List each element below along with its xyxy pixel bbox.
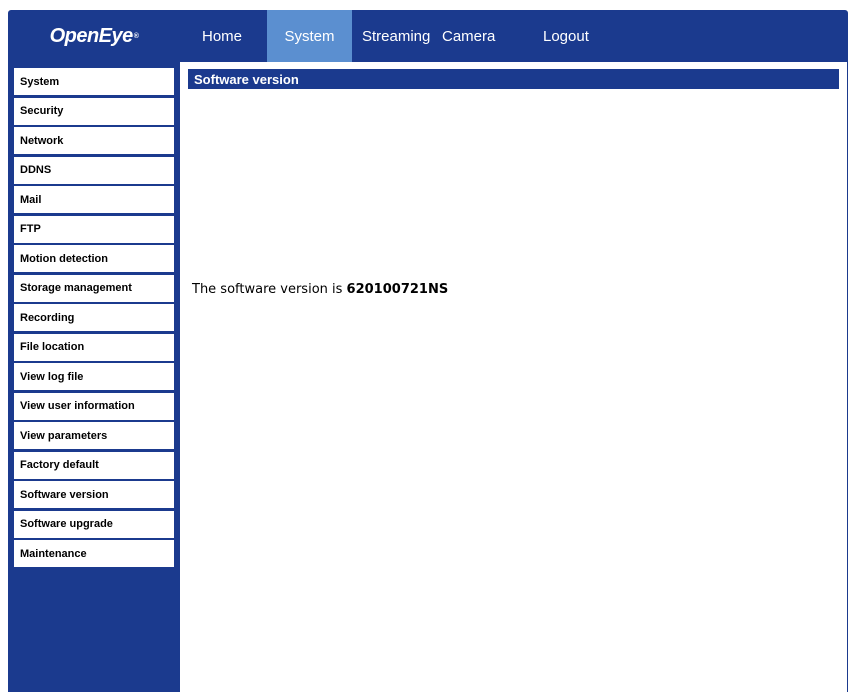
version-value: 620100721NS — [346, 282, 449, 297]
section-title: Software version — [188, 69, 839, 89]
top-navigation-bar: OpenEye ® Home System Streaming Camera Lo… — [8, 10, 848, 62]
version-label: The software version is — [192, 282, 347, 297]
sidebar-item-security[interactable]: Security — [14, 97, 174, 125]
sidebar-item-system[interactable]: System — [14, 68, 174, 95]
sidebar-item-factory-default[interactable]: Factory default — [14, 451, 174, 479]
sidebar-item-ftp[interactable]: FTP — [14, 215, 174, 243]
nav-tab-logout[interactable]: Logout — [537, 10, 617, 62]
sidebar-item-ddns[interactable]: DDNS — [14, 156, 174, 184]
sidebar-item-maintenance[interactable]: Maintenance — [14, 540, 174, 567]
sidebar-item-software-version[interactable]: Software version — [14, 481, 174, 508]
nav-tab-system[interactable]: System — [267, 10, 352, 62]
sidebar-item-recording[interactable]: Recording — [14, 304, 174, 331]
sidebar-item-motion-detection[interactable]: Motion detection — [14, 245, 174, 272]
logo-text: OpenEye — [49, 24, 134, 47]
nav-tab-camera[interactable]: Camera — [437, 10, 537, 62]
sidebar-item-storage-management[interactable]: Storage management — [14, 274, 174, 302]
sidebar-item-software-upgrade[interactable]: Software upgrade — [14, 510, 174, 538]
logo-registered-mark: ® — [133, 32, 139, 40]
nav-tab-home[interactable]: Home — [188, 10, 267, 62]
sidebar-item-mail[interactable]: Mail — [14, 186, 174, 213]
sidebar-item-view-user-information[interactable]: View user information — [14, 392, 174, 420]
sidebar-item-view-parameters[interactable]: View parameters — [14, 422, 174, 449]
sidebar-item-network[interactable]: Network — [14, 127, 174, 154]
sidebar-item-file-location[interactable]: File location — [14, 333, 174, 361]
nav-tab-streaming[interactable]: Streaming — [352, 10, 437, 62]
main-content: Software version The software version is… — [180, 62, 848, 692]
sidebar-menu: System Security Network DDNS Mail FTP Mo… — [14, 68, 174, 570]
sidebar-item-view-log-file[interactable]: View log file — [14, 363, 174, 390]
openeye-logo: OpenEye ® — [8, 10, 180, 62]
app-frame: OpenEye ® Home System Streaming Camera Lo… — [8, 10, 848, 692]
main-nav: Home System Streaming Camera Logout — [188, 10, 617, 62]
software-version-text: The software version is 620100721NS — [192, 282, 448, 297]
sidebar: System Security Network DDNS Mail FTP Mo… — [8, 62, 180, 692]
